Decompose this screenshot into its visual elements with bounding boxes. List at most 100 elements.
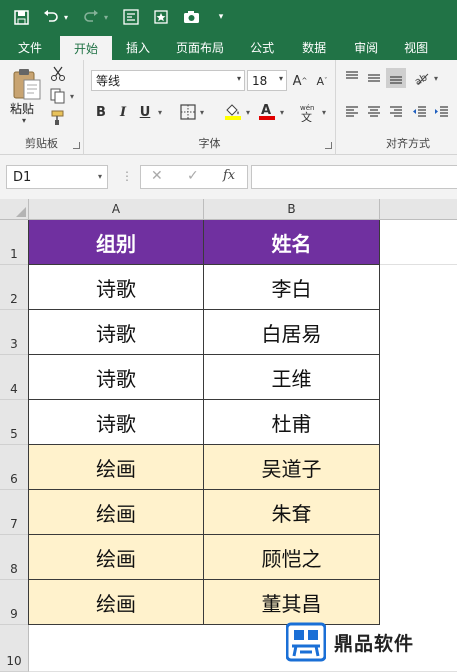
- svg-text:文: 文: [301, 110, 312, 122]
- formula-buttons: ✕ ✓ fx: [140, 165, 248, 189]
- fill-color-icon[interactable]: [224, 102, 241, 120]
- table-cell[interactable]: 绘画: [29, 580, 204, 625]
- align-right-icon[interactable]: [388, 104, 404, 120]
- italic-icon[interactable]: I: [114, 102, 132, 122]
- bottom-align-icon[interactable]: [386, 68, 406, 88]
- table-cell[interactable]: 董其昌: [204, 580, 380, 625]
- align-center-icon[interactable]: [366, 104, 382, 120]
- font-color-icon[interactable]: A: [258, 102, 275, 120]
- undo-dropdown-icon[interactable]: ▾: [62, 8, 70, 26]
- header-cell-group[interactable]: 组别: [29, 220, 204, 265]
- increase-font-icon[interactable]: A ^: [291, 71, 309, 91]
- font-size-dropdown-icon[interactable]: ▾: [279, 74, 283, 83]
- customize-qat-icon[interactable]: ▾: [212, 8, 230, 26]
- table-cell[interactable]: 朱耷: [204, 490, 380, 535]
- alignment-group: ab ▾ 对齐方式: [336, 60, 457, 155]
- table-cell[interactable]: 顾恺之: [204, 535, 380, 580]
- font-name-dropdown-icon[interactable]: ▾: [237, 74, 241, 83]
- insert-function-icon[interactable]: fx: [223, 168, 235, 183]
- increase-indent-icon[interactable]: [434, 104, 450, 120]
- row-header[interactable]: 5: [0, 400, 29, 445]
- name-box-dropdown-icon[interactable]: ▾: [98, 172, 102, 181]
- cancel-icon[interactable]: ✕: [151, 168, 163, 184]
- font-color-dropdown-icon[interactable]: ▾: [278, 102, 286, 122]
- copy-dropdown-icon[interactable]: ▾: [68, 86, 76, 106]
- format-painter-icon[interactable]: [50, 110, 66, 126]
- save-icon[interactable]: [12, 8, 30, 26]
- row-header[interactable]: 9: [0, 580, 29, 625]
- row-header[interactable]: 7: [0, 490, 29, 535]
- tab-page-layout[interactable]: 页面布局: [164, 34, 236, 60]
- table-cell[interactable]: 诗歌: [29, 355, 204, 400]
- tab-formulas[interactable]: 公式: [236, 34, 288, 60]
- underline-icon[interactable]: U: [136, 102, 154, 122]
- enter-icon[interactable]: ✓: [187, 168, 199, 184]
- clipboard-group-label: 剪贴板: [25, 137, 58, 150]
- undo-icon[interactable]: [42, 8, 60, 26]
- table-cell[interactable]: 白居易: [204, 310, 380, 355]
- table-cell[interactable]: 诗歌: [29, 400, 204, 445]
- font-size-combo[interactable]: 18 ▾: [247, 70, 287, 91]
- phonetic-guide-icon[interactable]: wén 文: [298, 102, 318, 124]
- top-align-icon[interactable]: [344, 70, 360, 86]
- table-cell[interactable]: 王维: [204, 355, 380, 400]
- font-name-combo[interactable]: 等线 ▾: [91, 70, 245, 91]
- redo-dropdown-icon[interactable]: ▾: [102, 8, 110, 26]
- tab-review[interactable]: 审阅: [340, 34, 392, 60]
- row-header[interactable]: 6: [0, 445, 29, 490]
- fill-color-dropdown-icon[interactable]: ▾: [244, 102, 252, 122]
- name-box[interactable]: D1 ▾: [6, 165, 108, 189]
- redo-icon[interactable]: [82, 8, 100, 26]
- formula-bar-grip[interactable]: ⋮: [121, 169, 133, 183]
- ribbon: 粘贴 ▾ ▾ 剪贴板 等线 ▾ 18 ▾ A ^ Aˇ B I U ▾ ▾ ▾ …: [0, 60, 457, 155]
- tab-data[interactable]: 数据: [288, 34, 340, 60]
- row-header[interactable]: 8: [0, 535, 29, 580]
- paste-icon[interactable]: [12, 68, 42, 100]
- bookmark-icon[interactable]: [152, 8, 170, 26]
- row-header[interactable]: 3: [0, 310, 29, 355]
- table-cell[interactable]: 诗歌: [29, 310, 204, 355]
- decrease-font-icon[interactable]: Aˇ: [313, 71, 331, 91]
- table-cell[interactable]: 绘画: [29, 535, 204, 580]
- row-header[interactable]: 2: [0, 265, 29, 310]
- column-header-a[interactable]: A: [29, 199, 204, 220]
- bold-icon[interactable]: B: [92, 102, 110, 122]
- header-cell-name[interactable]: 姓名: [204, 220, 380, 265]
- table-cell[interactable]: 绘画: [29, 445, 204, 490]
- font-name-value: 等线: [96, 74, 121, 88]
- orientation-dropdown-icon[interactable]: ▾: [432, 68, 440, 88]
- orientation-icon[interactable]: ab: [413, 70, 430, 88]
- copy-icon[interactable]: [50, 88, 66, 104]
- align-left-icon[interactable]: [344, 104, 360, 120]
- middle-align-icon[interactable]: [366, 70, 382, 86]
- table-cell[interactable]: 诗歌: [29, 265, 204, 310]
- paste-dropdown-icon[interactable]: ▾: [22, 116, 26, 125]
- table-cell[interactable]: 杜甫: [204, 400, 380, 445]
- tab-view[interactable]: 视图: [392, 34, 440, 60]
- format-painter-qat-icon[interactable]: [122, 8, 140, 26]
- tab-home[interactable]: 开始: [60, 36, 113, 60]
- formula-input[interactable]: [251, 165, 457, 189]
- row-header[interactable]: 10: [0, 625, 29, 672]
- clipboard-dialog-launcher[interactable]: [73, 142, 80, 149]
- select-all-button[interactable]: [0, 199, 29, 220]
- borders-icon[interactable]: [180, 104, 196, 120]
- decrease-indent-icon[interactable]: [412, 104, 428, 120]
- table-cell[interactable]: 李白: [204, 265, 380, 310]
- camera-icon[interactable]: [182, 8, 200, 26]
- column-header-b[interactable]: B: [204, 199, 380, 220]
- row-header[interactable]: 4: [0, 355, 29, 400]
- font-dialog-launcher[interactable]: [325, 142, 332, 149]
- clipboard-group: 粘贴 ▾ ▾ 剪贴板: [0, 60, 84, 155]
- paste-button-label[interactable]: 粘贴: [10, 100, 34, 117]
- tab-insert[interactable]: 插入: [112, 34, 164, 60]
- cut-icon[interactable]: [50, 66, 66, 82]
- underline-dropdown-icon[interactable]: ▾: [156, 102, 164, 122]
- table-cell[interactable]: 绘画: [29, 490, 204, 535]
- borders-dropdown-icon[interactable]: ▾: [198, 102, 206, 122]
- table-cell[interactable]: 吴道子: [204, 445, 380, 490]
- row-header[interactable]: 1: [0, 220, 29, 265]
- phonetic-dropdown-icon[interactable]: ▾: [320, 102, 328, 122]
- tab-file[interactable]: 文件: [0, 34, 60, 60]
- ribbon-tabs: 文件 开始 插入 页面布局 公式 数据 审阅 视图: [0, 34, 457, 60]
